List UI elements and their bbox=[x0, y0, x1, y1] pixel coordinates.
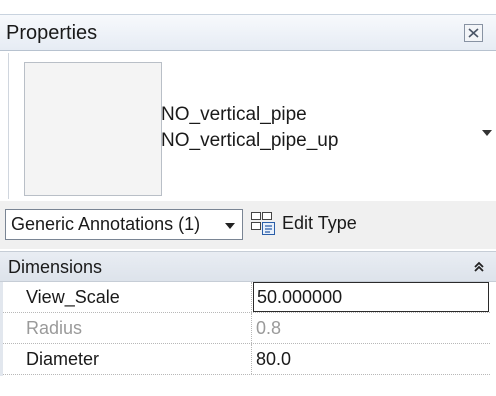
property-value-input[interactable]: 50.000000 bbox=[253, 282, 489, 312]
group-label: Dimensions bbox=[8, 257, 103, 277]
chevron-down-icon bbox=[225, 223, 235, 229]
property-row-radius: Radius 0.8 bbox=[0, 313, 490, 344]
type-name-block: NO_vertical_pipe NO_vertical_pipe_up bbox=[161, 102, 338, 154]
close-button[interactable] bbox=[464, 24, 483, 42]
grid-left-rail bbox=[0, 282, 3, 376]
type-preview-image bbox=[24, 62, 162, 196]
edit-type-icon bbox=[251, 212, 275, 235]
property-grid: Dimensions View_Scale 50.000000 Radius 0… bbox=[0, 251, 496, 396]
properties-panel: Properties NO_vertical_pipe NO_vertical_… bbox=[0, 0, 496, 396]
family-name: NO_vertical_pipe bbox=[161, 104, 307, 125]
property-name: View_Scale bbox=[0, 282, 252, 312]
category-filter-select[interactable]: Generic Annotations (1) bbox=[5, 209, 243, 240]
property-name: Radius bbox=[0, 313, 252, 343]
panel-title: Properties bbox=[6, 22, 98, 44]
property-value-text: 0.8 bbox=[256, 318, 282, 338]
filter-toolbar: Generic Annotations (1) Edit Type bbox=[0, 201, 496, 249]
panel-titlebar[interactable]: Properties bbox=[0, 14, 496, 51]
property-name-label: Diameter bbox=[26, 349, 100, 369]
property-name-label: Radius bbox=[26, 318, 83, 338]
category-filter-value: Generic Annotations (1) bbox=[11, 214, 201, 234]
property-row-view-scale[interactable]: View_Scale 50.000000 bbox=[0, 282, 490, 313]
property-row-diameter[interactable]: Diameter 80.0 bbox=[0, 344, 490, 375]
property-value-text: 80.0 bbox=[256, 349, 292, 369]
property-value-readonly: 0.8 bbox=[252, 313, 490, 343]
property-value-text: 50.000000 bbox=[257, 287, 343, 307]
type-selector[interactable]: NO_vertical_pipe NO_vertical_pipe_up bbox=[8, 53, 496, 199]
property-name: Diameter bbox=[0, 344, 252, 374]
close-icon bbox=[468, 28, 479, 38]
property-name-label: View_Scale bbox=[26, 287, 120, 307]
group-header-dimensions[interactable]: Dimensions bbox=[0, 251, 496, 282]
edit-type-label: Edit Type bbox=[282, 213, 357, 233]
chevron-down-icon[interactable] bbox=[481, 129, 493, 137]
edit-type-button[interactable]: Edit Type bbox=[250, 209, 492, 240]
type-name: NO_vertical_pipe_up bbox=[161, 130, 339, 151]
property-value-input[interactable]: 80.0 bbox=[252, 344, 490, 374]
double-chevron-up-icon[interactable] bbox=[473, 261, 485, 273]
